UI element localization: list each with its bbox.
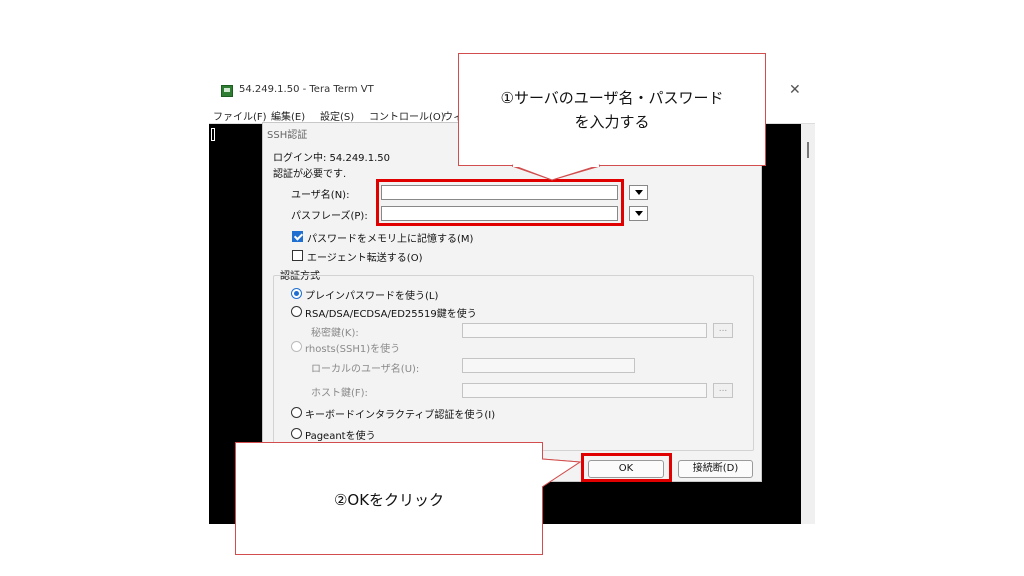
callout2-pointer-overlay <box>541 458 582 488</box>
